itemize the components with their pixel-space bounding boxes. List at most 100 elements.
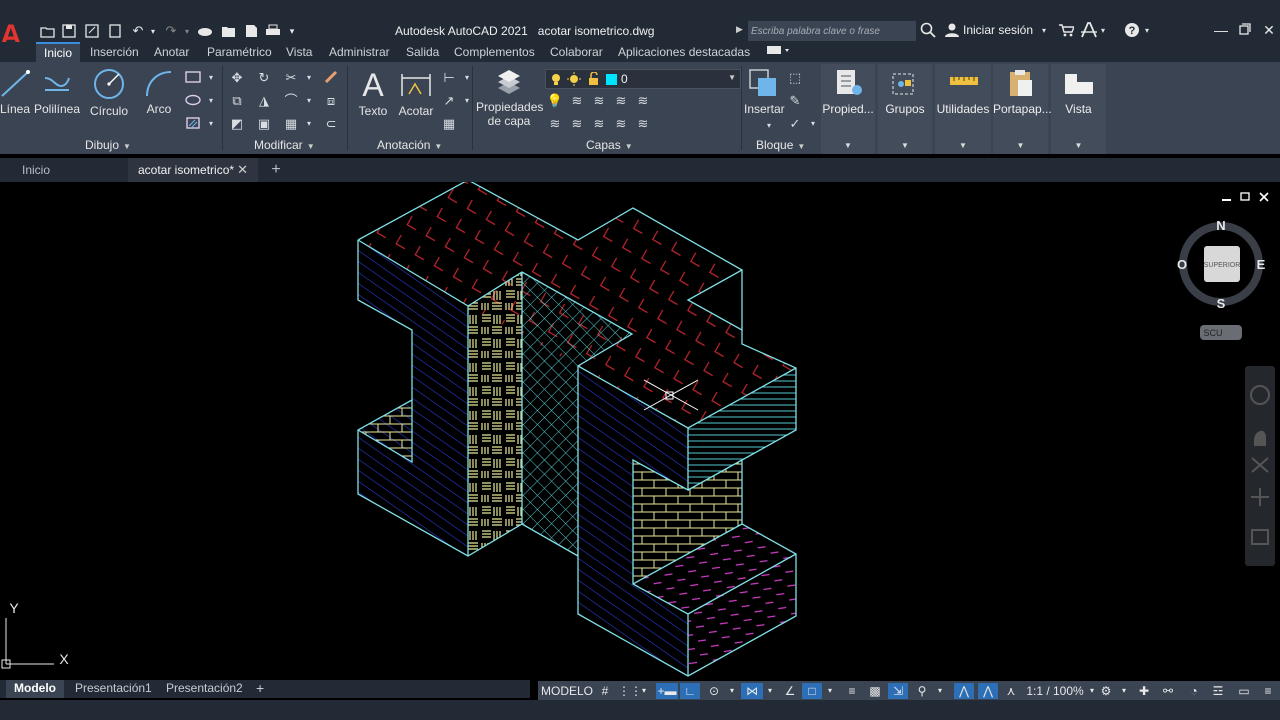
panel-capas-label[interactable]: Capas ▼: [586, 138, 633, 152]
print-icon[interactable]: [264, 22, 282, 40]
workspace-gear-icon[interactable]: ⚙: [1096, 683, 1116, 699]
selection-cycling-icon[interactable]: ⇲: [888, 683, 908, 699]
panel-bloque-label[interactable]: Bloque ▼: [756, 138, 805, 152]
layer-thaw-icon[interactable]: ≋: [590, 116, 608, 132]
minimize-icon[interactable]: —: [1210, 20, 1232, 40]
compass-west[interactable]: O: [1177, 257, 1187, 272]
tab-colaborar[interactable]: Colaborar: [550, 42, 603, 62]
snap-dropdown-icon[interactable]: ▾: [638, 683, 650, 699]
save-as-icon[interactable]: [83, 22, 101, 40]
tab-salida[interactable]: Salida: [406, 42, 439, 62]
leader-dropdown-icon[interactable]: ▾: [458, 93, 476, 109]
folder-icon[interactable]: [219, 22, 237, 40]
customization-icon[interactable]: ≡: [1258, 683, 1278, 699]
quick-access-menu-icon[interactable]: ▾: [286, 22, 298, 40]
layer-unisolate-icon[interactable]: ≋: [568, 116, 586, 132]
panel-anotacion-label[interactable]: Anotación ▼: [377, 138, 442, 152]
search-input[interactable]: [748, 21, 916, 41]
signin-button[interactable]: Iniciar sesión: [963, 23, 1033, 37]
linear-dimension-dropdown-icon[interactable]: ▾: [458, 70, 476, 86]
layer-properties-tool[interactable]: Propiedades de capa: [476, 68, 543, 128]
grid-icon[interactable]: #: [596, 683, 614, 699]
a360-dropdown-icon[interactable]: ▾: [1101, 22, 1105, 40]
tab-anotar[interactable]: Anotar: [154, 42, 189, 62]
layer-match-icon[interactable]: ≋: [634, 93, 652, 109]
cart-icon[interactable]: [1058, 22, 1076, 40]
polar-dropdown-icon[interactable]: ▾: [726, 683, 738, 699]
tab-vista[interactable]: Vista: [286, 42, 312, 62]
plot-icon[interactable]: [106, 22, 124, 40]
panel-modificar-label[interactable]: Modificar ▼: [254, 138, 315, 152]
3d-osnap-dropdown-icon[interactable]: ▾: [934, 683, 946, 699]
tab-inicio[interactable]: Inicio: [36, 42, 81, 62]
annotation-monitor-icon[interactable]: ✚: [1134, 683, 1154, 699]
leader-tool-icon[interactable]: ↗: [440, 93, 458, 109]
arc-tool[interactable]: Arco: [142, 68, 176, 116]
isodraft-dropdown-icon[interactable]: ▾: [764, 683, 776, 699]
groups-panel-dropdown[interactable]: Grupos ▼: [878, 64, 932, 154]
viewport-restore-icon[interactable]: [1240, 192, 1250, 201]
layer-off-icon[interactable]: 💡: [546, 93, 564, 109]
isodraft-icon[interactable]: ⋈: [741, 683, 763, 699]
scale-tool-icon[interactable]: ▣: [255, 116, 273, 132]
create-block-icon[interactable]: ⬚: [786, 70, 804, 86]
stretch-tool-icon[interactable]: ◩: [228, 116, 246, 132]
ellipse-tool-icon[interactable]: [184, 93, 202, 109]
layer-dropdown-icon[interactable]: ▼: [728, 73, 736, 82]
compass-north[interactable]: N: [1216, 218, 1225, 233]
rotate-tool-icon[interactable]: ↻: [255, 70, 273, 86]
copy-tool-icon[interactable]: ⧉: [228, 93, 246, 109]
linear-dimension-icon[interactable]: ⊢: [440, 70, 458, 86]
properties-panel-dropdown[interactable]: Propied... ▼: [821, 64, 875, 154]
graphics-performance-icon[interactable]: ☲: [1208, 683, 1228, 699]
tab-parametrico[interactable]: Paramétrico: [207, 42, 272, 62]
help-dropdown-icon[interactable]: ▾: [1145, 22, 1149, 40]
array-tool-icon[interactable]: ▦: [282, 116, 300, 132]
annotation-visibility-icon[interactable]: ⋀: [954, 683, 974, 699]
redo-dropdown-icon[interactable]: ▾: [182, 22, 192, 40]
rectangle-tool-icon[interactable]: [184, 70, 202, 86]
add-layout-icon[interactable]: +: [256, 680, 264, 698]
tab-insercion[interactable]: Inserción: [90, 42, 139, 62]
insert-dropdown-icon[interactable]: ▾: [760, 118, 778, 134]
block-attributes-icon[interactable]: ✓: [786, 116, 804, 132]
edit-block-icon[interactable]: ✎: [786, 93, 804, 109]
trim-tool-icon[interactable]: ✂: [282, 70, 300, 86]
tab-complementos[interactable]: Complementos: [454, 42, 535, 62]
layout-tab-model[interactable]: Modelo: [6, 680, 64, 698]
polyline-tool[interactable]: Polilínea: [34, 68, 80, 116]
array-dropdown-icon[interactable]: ▾: [300, 116, 318, 132]
signin-dropdown-icon[interactable]: ▾: [1042, 22, 1046, 40]
close-tab-icon[interactable]: ✕: [237, 158, 248, 182]
layer-lock-icon[interactable]: ≋: [612, 93, 630, 109]
move-tool-icon[interactable]: ✥: [228, 70, 246, 86]
circle-tool[interactable]: Círculo: [88, 68, 130, 118]
fillet-tool-icon[interactable]: ⌒: [282, 93, 300, 109]
document-icon[interactable]: [242, 22, 260, 40]
insert-block-tool[interactable]: Insertar: [744, 68, 785, 116]
layer-walk-icon[interactable]: ≋: [634, 116, 652, 132]
user-icon[interactable]: [944, 22, 960, 40]
drawing-canvas[interactable]: SUPERIOR N S E O SCU Y X: [0, 182, 1280, 680]
ortho-icon[interactable]: ∟: [680, 683, 700, 699]
auto-scale-icon[interactable]: ⋀: [978, 683, 998, 699]
text-tool[interactable]: A Texto: [355, 68, 391, 118]
ribbon-minimize-toggle[interactable]: [766, 42, 790, 62]
panel-dibujo-label[interactable]: Dibujo ▼: [85, 138, 131, 152]
units-icon[interactable]: ⚯: [1158, 683, 1178, 699]
layout-tab-presentacion1[interactable]: Presentación1: [75, 680, 152, 698]
block-attributes-dropdown-icon[interactable]: ▾: [804, 116, 822, 132]
save-icon[interactable]: [60, 22, 78, 40]
view-panel-dropdown[interactable]: Vista ▼: [1051, 64, 1106, 154]
new-tab-icon[interactable]: +: [266, 158, 286, 182]
polar-icon[interactable]: ⊙: [704, 683, 724, 699]
offset-tool-icon[interactable]: ⊂: [322, 116, 340, 132]
tab-aplicaciones-destacadas[interactable]: Aplicaciones destacadas: [618, 42, 750, 62]
annotation-scale-icon[interactable]: ⋏: [1001, 683, 1021, 699]
3d-osnap-icon[interactable]: ⚲: [912, 683, 932, 699]
ellipse-dropdown-icon[interactable]: ▾: [202, 93, 220, 109]
file-tab-drawing[interactable]: acotar isometrico* ✕: [128, 158, 258, 182]
utilities-panel-dropdown[interactable]: Utilidades ▼: [935, 64, 991, 154]
clean-screen-icon[interactable]: ▭: [1234, 683, 1254, 699]
object-snap-dropdown-icon[interactable]: ▾: [824, 683, 836, 699]
